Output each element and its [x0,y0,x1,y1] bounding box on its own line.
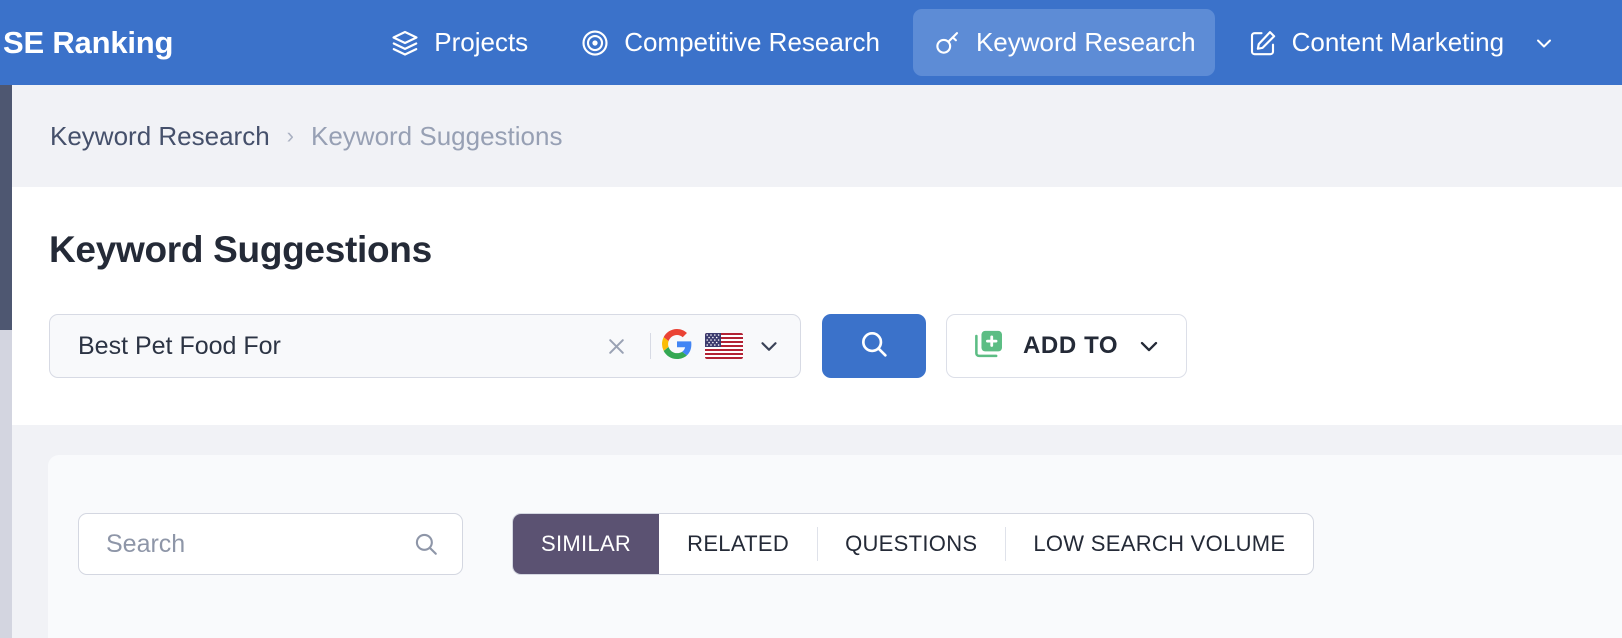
keyword-search-input-wrapper[interactable]: Best Pet Food For [49,314,801,378]
tab-questions[interactable]: QUESTIONS [817,514,1005,574]
top-navigation-bar: SE Ranking Projects Competitive Research… [0,0,1622,85]
tab-related[interactable]: RELATED [659,514,817,574]
pencil-square-icon [1248,28,1278,58]
chevron-down-icon[interactable] [1532,31,1556,55]
nav-item-label: Content Marketing [1291,27,1505,57]
input-divider [650,333,651,359]
keyword-search-input[interactable]: Best Pet Food For [78,332,594,361]
page-scrollbar-thumb[interactable] [0,85,12,330]
nav-item-label: Competitive Research [624,27,880,57]
tab-low-search-volume[interactable]: LOW SEARCH VOLUME [1005,514,1313,574]
breadcrumb-separator-icon: › [286,123,294,148]
search-button[interactable] [822,314,926,378]
nav-item-keyword-research[interactable]: Keyword Research [912,9,1215,76]
nav-item-projects[interactable]: Projects [371,9,547,76]
key-icon [932,28,962,58]
nav-item-label: Keyword Research [975,27,1196,57]
us-flag-icon [705,333,743,359]
search-icon [858,328,890,365]
chevron-down-icon[interactable] [1135,332,1163,360]
nav-items: Projects Competitive Research Keyword Re… [371,9,1622,76]
add-to-list-icon [972,327,1006,366]
breadcrumb: Keyword Research › Keyword Suggestions [50,121,562,152]
add-to-button[interactable]: ADD TO [946,314,1188,378]
filter-search-input[interactable]: Search [106,530,412,559]
app-root: SE Ranking Projects Competitive Research… [0,0,1622,638]
close-icon[interactable] [594,333,639,360]
search-engine-selector[interactable] [662,328,782,364]
layers-icon [390,28,420,58]
target-icon [580,28,610,58]
chevron-down-icon[interactable] [756,333,782,359]
results-card: Search SIMILAR RELATED QUESTIONS LOW SEA… [48,455,1622,638]
breadcrumb-bar: Keyword Research › Keyword Suggestions [12,85,1622,187]
keyword-type-tabs: SIMILAR RELATED QUESTIONS LOW SEARCH VOL… [512,513,1315,575]
page-header-section: Keyword Suggestions Best Pet Food For AD… [12,187,1622,425]
page-title: Keyword Suggestions [49,229,432,270]
brand-logo[interactable]: SE Ranking [3,25,173,61]
add-to-label: ADD TO [1023,332,1119,359]
search-icon[interactable] [412,530,440,558]
google-icon [662,328,692,364]
filter-search-input-wrapper[interactable]: Search [78,513,463,575]
breadcrumb-current: Keyword Suggestions [310,120,563,151]
nav-item-competitive-research[interactable]: Competitive Research [561,9,899,76]
nav-item-label: Projects [434,27,529,57]
keyword-search-row: Best Pet Food For ADD TO [49,314,1188,378]
page-scrollbar-track[interactable] [0,85,12,638]
breadcrumb-parent[interactable]: Keyword Research [50,121,270,152]
tab-similar[interactable]: SIMILAR [513,514,660,574]
nav-item-content-marketing[interactable]: Content Marketing [1229,9,1575,76]
